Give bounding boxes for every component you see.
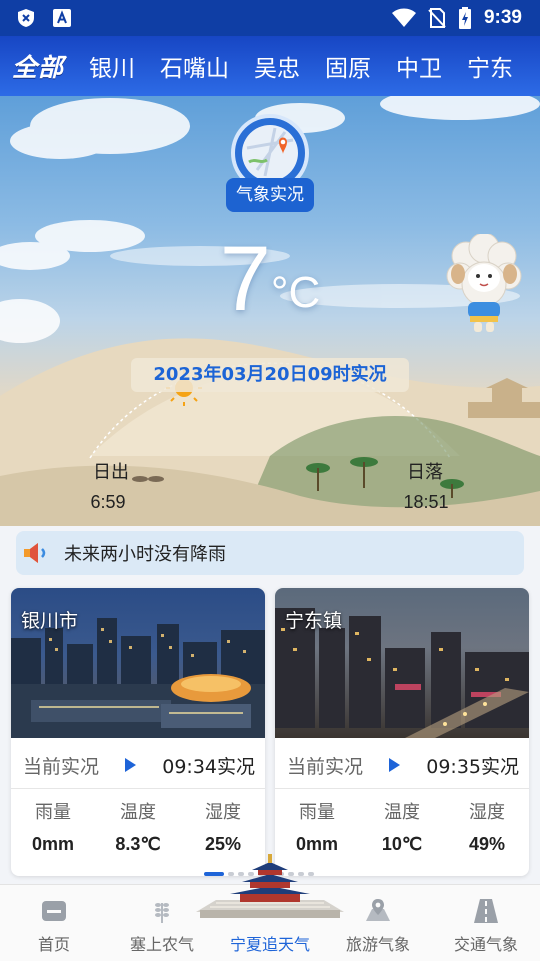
battery-charging-icon bbox=[458, 7, 471, 29]
wheat-icon bbox=[155, 903, 169, 923]
current-label: 当前实况 bbox=[23, 756, 100, 778]
station-card-yinchuan[interactable]: 银川市 当前实况 09:34实况 雨量 温度 湿度 0mm 8.3℃ 25% bbox=[11, 588, 265, 876]
tab-guyuan[interactable]: 固原 bbox=[325, 49, 371, 83]
font-a-icon bbox=[53, 9, 71, 27]
nav-home[interactable]: 首页 bbox=[0, 885, 108, 961]
rainfall-value: 0mm bbox=[31, 834, 75, 854]
nav-traffic-weather[interactable]: 交通气象 bbox=[432, 885, 540, 961]
nav-label: 塞上农气 bbox=[129, 935, 194, 954]
wifi-icon bbox=[391, 8, 416, 27]
nav-label: 旅游气象 bbox=[345, 935, 410, 954]
temperature-value: 8.3℃ bbox=[115, 834, 161, 854]
current-label: 当前实况 bbox=[287, 756, 364, 778]
temperature-value: 7 bbox=[219, 228, 271, 330]
nav-label: 交通气象 bbox=[453, 935, 518, 954]
station-name: 宁东镇 bbox=[285, 610, 343, 632]
tab-ningdong[interactable]: 宁东 bbox=[467, 49, 513, 83]
temperature-label: 温度 bbox=[120, 802, 156, 823]
play-icon[interactable] bbox=[389, 758, 400, 772]
observation-time: 2023年03月20日09时实况 bbox=[131, 358, 409, 392]
current-observation-row: 当前实况 09:35实况 bbox=[275, 738, 529, 789]
weather-hero: 气象实况 7°C 2023年03月20日09时实况 日出 6:59 日落 18:… bbox=[0, 96, 540, 526]
station-name: 银川市 bbox=[21, 610, 79, 632]
humidity-value: 49% bbox=[468, 834, 506, 854]
tab-yinchuan[interactable]: 银川 bbox=[89, 49, 135, 83]
sunrise-time: 6:59 bbox=[90, 492, 126, 512]
sunset-label: 日落 bbox=[407, 462, 443, 483]
tab-all[interactable]: 全部 bbox=[12, 48, 64, 84]
nav-label: 宁夏追天气 bbox=[229, 935, 310, 954]
sunset-time: 18:51 bbox=[403, 492, 449, 512]
weather-live-label: 气象实况 bbox=[226, 178, 314, 212]
sunrise-label: 日出 bbox=[93, 462, 129, 483]
map-pin-icon bbox=[366, 899, 390, 921]
nav-label: 首页 bbox=[37, 935, 70, 954]
humidity-label: 湿度 bbox=[205, 802, 241, 823]
clock: 9:39 bbox=[483, 7, 522, 28]
weather-live-button[interactable]: 气象实况 bbox=[226, 114, 314, 212]
speaker-icon bbox=[24, 543, 46, 563]
station-card-ningdong[interactable]: 宁东镇 当前实况 09:35实况 雨量 温度 湿度 0mm 10℃ 49% bbox=[275, 588, 529, 876]
play-icon[interactable] bbox=[125, 758, 136, 772]
sheep-mascot-icon bbox=[446, 234, 522, 332]
current-observation-row: 当前实况 09:34实况 bbox=[11, 738, 265, 789]
temperature-unit: °C bbox=[270, 268, 321, 317]
humidity-label: 湿度 bbox=[469, 802, 505, 823]
observation-time-label: 09:35实况 bbox=[426, 756, 519, 778]
no-sim-icon bbox=[428, 8, 446, 28]
rainfall-label: 雨量 bbox=[299, 802, 335, 823]
temperature-value: 10℃ bbox=[381, 834, 423, 854]
home-icon bbox=[42, 901, 66, 921]
tab-shizuishan[interactable]: 石嘴山 bbox=[160, 49, 229, 83]
temperature-label: 温度 bbox=[384, 802, 420, 823]
status-bar: 9:39 bbox=[0, 0, 540, 36]
shield-x-icon bbox=[18, 9, 34, 27]
notice-text: 未来两小时没有降雨 bbox=[64, 544, 226, 565]
city-tab-bar: 全部 银川 石嘴山 吴忠 固原 中卫 宁东 bbox=[0, 36, 540, 96]
road-icon bbox=[474, 899, 498, 923]
tab-wuzhong[interactable]: 吴忠 bbox=[254, 49, 300, 83]
observation-time-label: 09:34实况 bbox=[162, 756, 255, 778]
tab-zhongwei[interactable]: 中卫 bbox=[396, 49, 442, 83]
temple-icon[interactable] bbox=[196, 852, 344, 920]
rain-forecast-notice[interactable]: 未来两小时没有降雨 bbox=[16, 531, 524, 575]
rainfall-label: 雨量 bbox=[35, 802, 71, 823]
